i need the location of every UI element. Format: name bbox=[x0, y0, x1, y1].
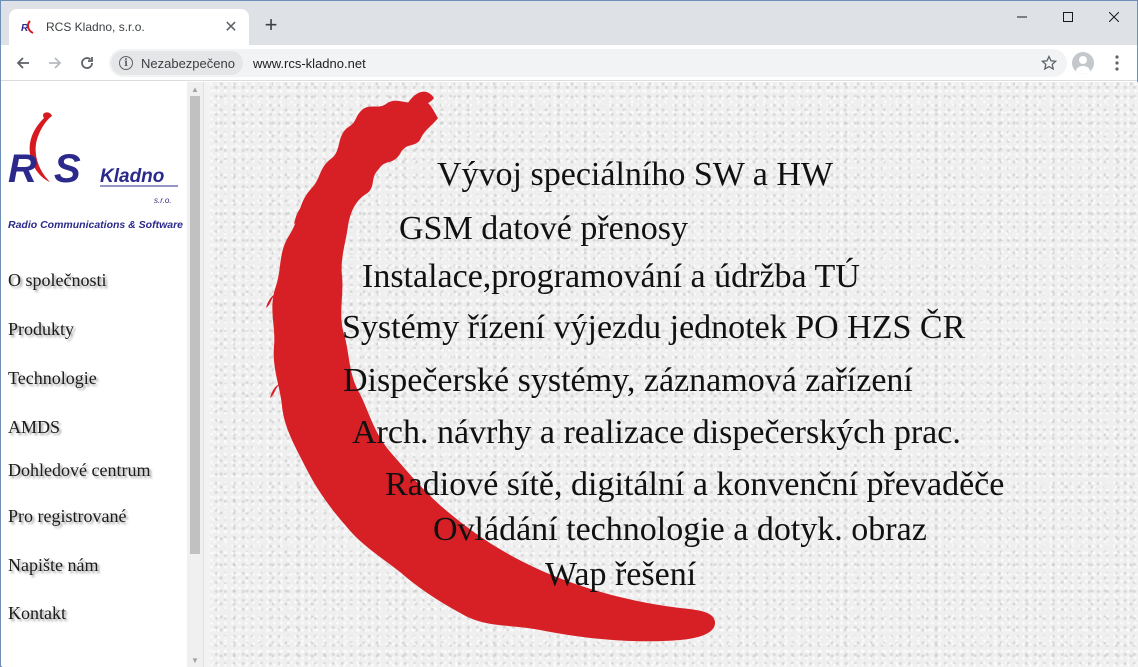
left-nav-frame: R S Kladno s.r.o. Radio Communications &… bbox=[2, 82, 203, 667]
logo-s-glyph: S bbox=[54, 147, 81, 191]
favicon-icon: R bbox=[21, 19, 37, 35]
service-line: Vývoj speciálního SW a HW bbox=[437, 156, 833, 193]
new-tab-button[interactable]: + bbox=[259, 13, 283, 37]
browser-window: R RCS Kladno, s.r.o. ✕ + i Nezabezpečeno… bbox=[0, 0, 1138, 667]
logo-kladno: Kladno bbox=[100, 166, 164, 187]
close-window-icon[interactable] bbox=[1091, 1, 1137, 33]
scroll-up-icon[interactable]: ▲ bbox=[187, 82, 203, 96]
service-line: Systémy řízení výjezdu jednotek PO HZS Č… bbox=[342, 309, 966, 346]
tab-title: RCS Kladno, s.r.o. bbox=[46, 20, 145, 34]
service-line: GSM datové přenosy bbox=[399, 210, 688, 247]
scroll-down-icon[interactable]: ▼ bbox=[187, 653, 203, 667]
window-controls bbox=[999, 1, 1137, 33]
logo-sro: s.r.o. bbox=[154, 196, 171, 205]
service-line: Instalace,programování a údržba TÚ bbox=[362, 258, 860, 295]
profile-avatar-icon[interactable] bbox=[1072, 52, 1094, 74]
nav-pro-registrovane[interactable]: Pro registrované bbox=[8, 506, 126, 527]
maximize-icon[interactable] bbox=[1045, 1, 1091, 33]
nav-produkty[interactable]: Produkty bbox=[8, 319, 74, 340]
service-line: Dispečerské systémy, záznamová zařízení bbox=[343, 362, 913, 399]
page-content: R S Kladno s.r.o. Radio Communications &… bbox=[2, 82, 1138, 667]
tab-strip: R RCS Kladno, s.r.o. ✕ + bbox=[1, 1, 1137, 45]
logo-tagline: Radio Communications & Software bbox=[8, 219, 183, 231]
nav-technologie[interactable]: Technologie bbox=[8, 368, 97, 389]
back-arrow-icon[interactable] bbox=[9, 49, 37, 77]
scroll-thumb[interactable] bbox=[190, 96, 200, 554]
main-content-frame: Vývoj speciálního SW a HW GSM datové pře… bbox=[210, 82, 1138, 667]
rcs-logo[interactable]: R S Kladno s.r.o. Radio Communications &… bbox=[6, 110, 186, 236]
address-bar[interactable]: i Nezabezpečeno www.rcs-kladno.net bbox=[109, 49, 1067, 77]
service-line: Ovládání technologie a dotyk. obraz bbox=[433, 511, 927, 548]
minimize-icon[interactable] bbox=[999, 1, 1045, 33]
browser-tab[interactable]: R RCS Kladno, s.r.o. ✕ bbox=[9, 9, 249, 45]
url-text[interactable]: www.rcs-kladno.net bbox=[253, 56, 1035, 71]
reload-icon[interactable] bbox=[73, 49, 101, 77]
nav-dohledove-centrum[interactable]: Dohledové centrum bbox=[8, 460, 150, 481]
security-chip[interactable]: i Nezabezpečeno bbox=[111, 51, 243, 75]
nav-napiste-nam[interactable]: Napište nám bbox=[8, 555, 98, 576]
frame-divider[interactable] bbox=[203, 82, 210, 667]
nav-amds[interactable]: AMDS bbox=[8, 417, 60, 438]
nav-kontakt[interactable]: Kontakt bbox=[8, 603, 66, 624]
service-line: Arch. návrhy a realizace dispečerských p… bbox=[352, 414, 961, 451]
forward-arrow-icon[interactable] bbox=[41, 49, 69, 77]
left-frame-scrollbar[interactable]: ▲ ▼ bbox=[187, 82, 203, 667]
logo-r-glyph: R bbox=[8, 147, 37, 191]
service-line: Wap řešení bbox=[545, 556, 697, 593]
close-tab-icon[interactable]: ✕ bbox=[219, 15, 243, 39]
nav-o-spolecnosti[interactable]: O společnosti bbox=[8, 270, 107, 291]
more-menu-icon[interactable] bbox=[1105, 51, 1129, 75]
browser-toolbar: i Nezabezpečeno www.rcs-kladno.net bbox=[1, 45, 1137, 81]
bookmark-star-icon[interactable] bbox=[1035, 49, 1063, 77]
service-line: Radiové sítě, digitální a konvenční přev… bbox=[385, 466, 1005, 503]
info-icon: i bbox=[119, 56, 133, 70]
security-label: Nezabezpečeno bbox=[141, 55, 235, 71]
